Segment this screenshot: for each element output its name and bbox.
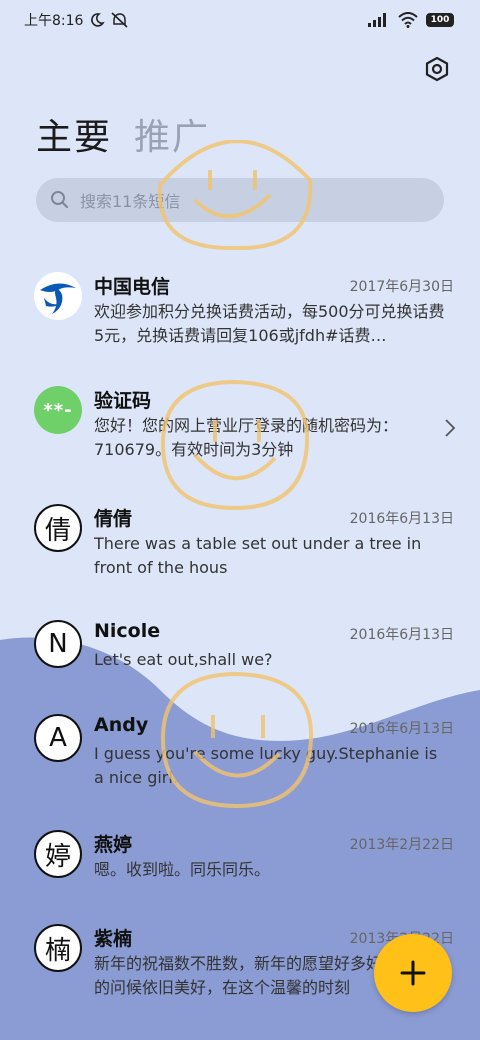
settings-button[interactable] [420, 52, 454, 86]
message-date: 2016年6月13日 [349, 511, 454, 527]
signal-icon [368, 13, 386, 27]
search-icon [51, 191, 69, 209]
sender-name: Andy [94, 714, 149, 736]
moon-icon [91, 13, 106, 27]
settings-hex-icon [425, 56, 449, 82]
conversation-item[interactable]: 中国电信 2017年6月30日 欢迎参加积分兑换话费活动，每500分可兑换话费5… [0, 272, 480, 382]
message-date: 2013年2月22日 [349, 837, 454, 853]
message-preview: Let's eat out,shall we? [94, 650, 273, 669]
sender-name: Nicole [94, 620, 161, 642]
mute-icon [111, 12, 128, 28]
plus-icon [400, 960, 426, 986]
avatar [34, 272, 82, 320]
avatar: 楠 [34, 924, 82, 972]
sender-name: 验证码 [94, 390, 152, 412]
sender-name: 紫楠 [94, 928, 133, 950]
smiley-watermark [160, 671, 314, 809]
avatar: N [34, 620, 82, 668]
avatar: 婷 [34, 830, 82, 878]
chevron-right-icon [445, 419, 456, 437]
message-date: 2016年6月13日 [349, 627, 454, 643]
smiley-watermark [157, 140, 313, 250]
avatar: A [34, 714, 82, 762]
status-bar: 上午8:16 100 [24, 8, 454, 32]
new-message-button[interactable] [374, 934, 452, 1012]
message-date: 2016年6月13日 [349, 721, 454, 737]
message-date: 2017年6月30日 [349, 279, 454, 295]
conversation-item[interactable]: 倩 倩倩 2016年6月13日 There was a table set ou… [0, 504, 480, 614]
tab-primary[interactable]: 主要 [36, 108, 112, 160]
sender-name: 燕婷 [94, 834, 133, 856]
message-preview: There was a table set out under a tree i… [94, 534, 422, 577]
wifi-icon [398, 12, 418, 28]
avatar: **- [34, 386, 82, 434]
message-preview: 嗯。收到啦。同乐同乐。 [94, 860, 271, 879]
china-telecom-logo-icon [34, 272, 82, 320]
smiley-watermark [160, 380, 310, 510]
message-preview: 欢迎参加积分兑换话费活动，每500分可兑换话费5元，兑换话费请回复106或jfd… [94, 302, 445, 345]
status-time: 上午8:16 [24, 13, 84, 29]
battery-indicator: 100 [426, 13, 454, 27]
avatar: 倩 [34, 504, 82, 552]
sender-name: 中国电信 [94, 276, 171, 298]
sender-name: 倩倩 [94, 508, 133, 530]
